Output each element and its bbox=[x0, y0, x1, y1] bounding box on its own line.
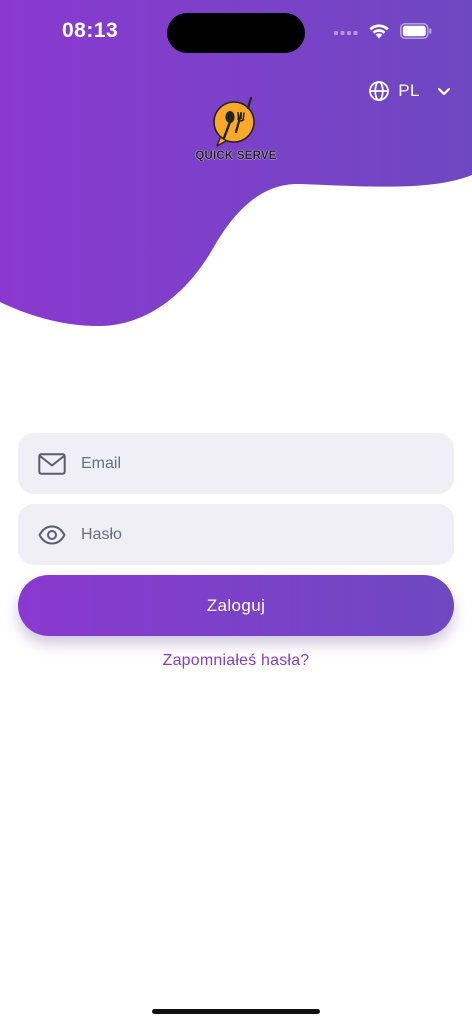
home-indicator bbox=[152, 1009, 320, 1014]
logo-mark-icon bbox=[213, 96, 255, 147]
chevron-down-icon bbox=[437, 87, 451, 96]
globe-icon bbox=[369, 81, 390, 101]
login-form: Zaloguj Zapomniałeś hasła? bbox=[18, 432, 454, 670]
dynamic-island bbox=[167, 13, 305, 53]
language-label: PL bbox=[398, 81, 420, 100]
logo-text: QUICK SERVE bbox=[195, 150, 277, 162]
status-time: 08:13 bbox=[62, 19, 119, 42]
forgot-password-link[interactable]: Zapomniałeś hasła? bbox=[18, 652, 454, 670]
status-icons bbox=[334, 22, 432, 39]
app-logo: QUICK SERVE bbox=[190, 96, 282, 166]
email-field-container bbox=[18, 432, 454, 495]
language-selector[interactable]: PL bbox=[368, 80, 454, 102]
wifi-icon bbox=[369, 24, 389, 39]
login-button[interactable]: Zaloguj bbox=[18, 575, 454, 636]
status-bar: 08:13 bbox=[0, 0, 472, 64]
password-input[interactable] bbox=[79, 503, 454, 566]
envelope-icon bbox=[37, 449, 67, 479]
password-field-container bbox=[18, 503, 454, 566]
email-input[interactable] bbox=[79, 432, 454, 495]
eye-icon[interactable] bbox=[37, 520, 67, 550]
battery-icon bbox=[400, 22, 432, 39]
cellular-signal-icon bbox=[334, 30, 358, 35]
